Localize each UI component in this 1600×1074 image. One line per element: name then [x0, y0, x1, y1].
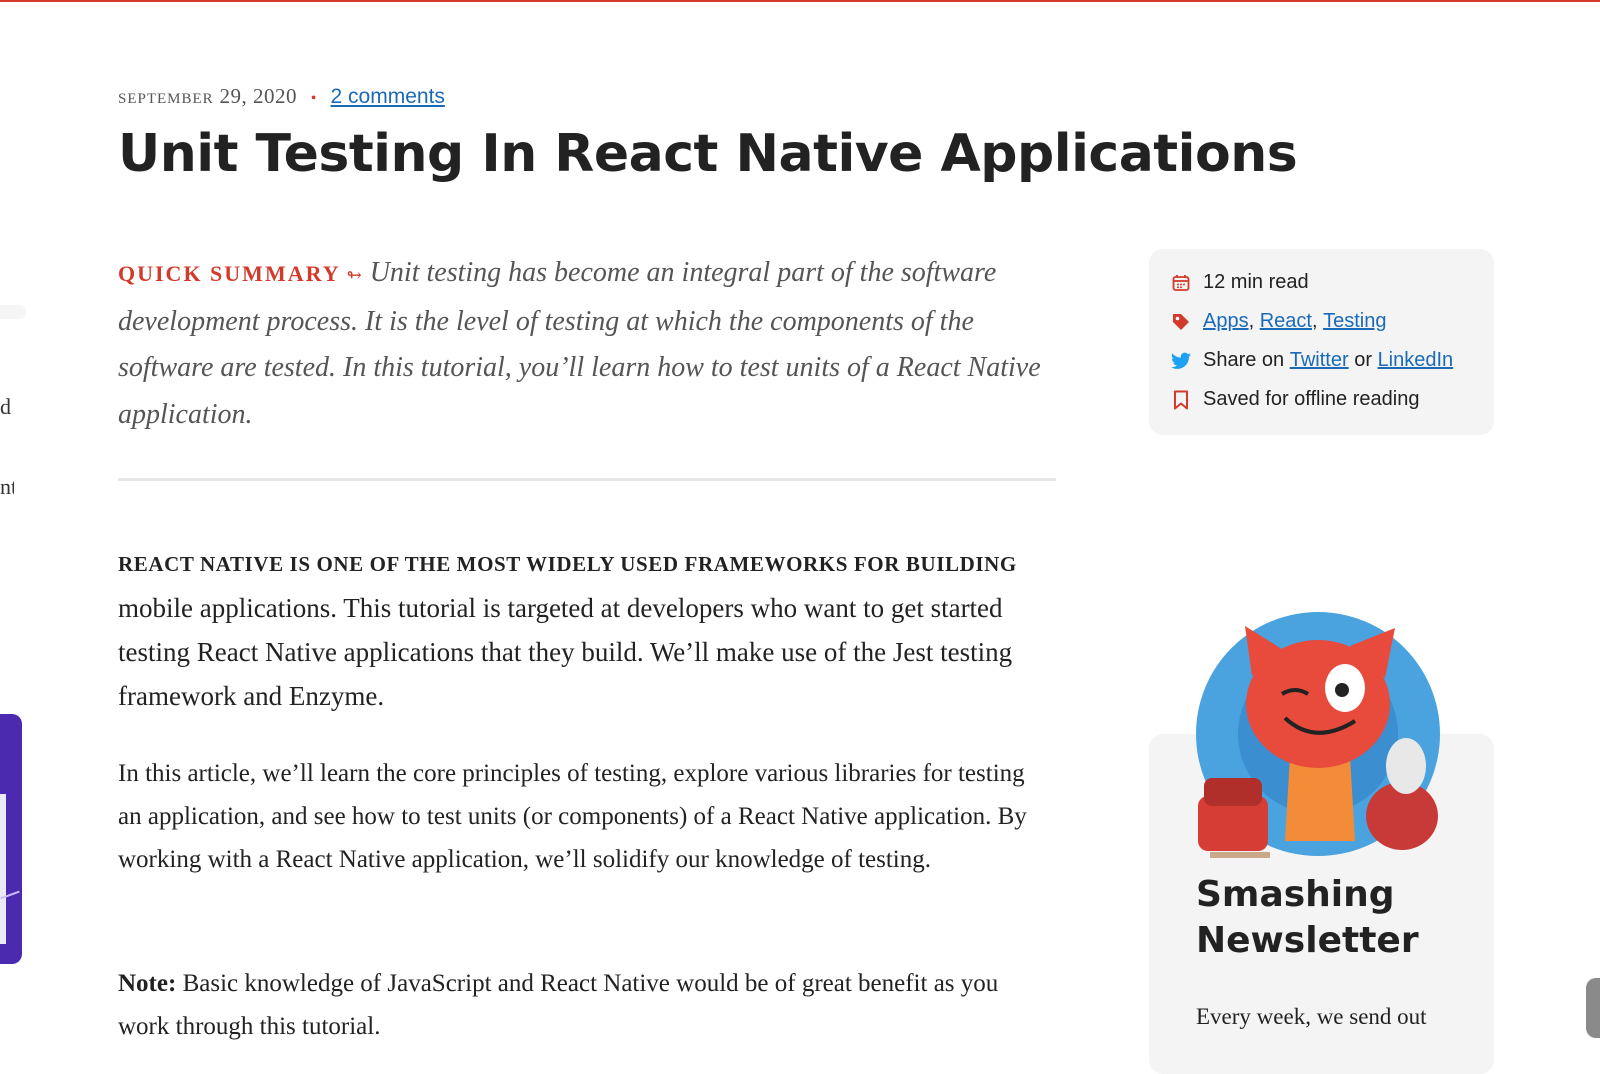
body-paragraph: In this article, we’ll learn the core pr…	[118, 760, 1027, 873]
tag-link-react[interactable]: React	[1260, 310, 1312, 333]
lead-paragraph: React Native is one of the most widely u…	[118, 540, 1053, 718]
comments-link[interactable]: 2 comments	[331, 85, 445, 108]
summary-divider	[118, 478, 1056, 481]
top-accent-line	[0, 0, 1600, 2]
saved-row[interactable]: Saved for offline reading	[1171, 388, 1419, 411]
note-paragraph: Note: Basic knowledge of JavaScript and …	[118, 962, 1053, 1048]
summary-arrow-icon: ↬	[346, 265, 362, 285]
tag-link-testing[interactable]: Testing	[1323, 310, 1386, 333]
edge-text-fragment: d	[0, 394, 11, 419]
tag-separator: ,	[1311, 310, 1318, 332]
summary-label: Quick Summary	[118, 261, 341, 286]
edge-text-fragment: nt	[0, 474, 14, 499]
read-time: 12 min read	[1203, 271, 1309, 293]
share-prefix: Share on	[1203, 349, 1285, 371]
calendar-icon	[1171, 273, 1191, 293]
meta-separator: •	[310, 90, 317, 107]
lead-rest: mobile applications. This tutorial is ta…	[118, 593, 1013, 711]
share-linkedin-link[interactable]: LinkedIn	[1378, 349, 1454, 372]
share-or: or	[1354, 349, 1372, 371]
tags-row: Apps, React, Testing	[1171, 310, 1386, 333]
note-label: Note:	[118, 970, 177, 997]
newsletter-text: Every week, we send out	[1196, 1004, 1427, 1029]
date-month: September	[118, 84, 214, 108]
edge-card-panel	[0, 794, 6, 944]
newsletter-title: Smashing Newsletter	[1196, 874, 1419, 961]
edge-blur	[0, 305, 26, 319]
date-day-year: 29, 2020	[219, 84, 297, 108]
note-text: Basic knowledge of JavaScript and React …	[118, 970, 999, 1040]
lead-caps: React Native is one of the most widely u…	[118, 552, 1017, 576]
newsletter-cat-mascot-icon	[1196, 612, 1440, 858]
share-twitter-link[interactable]: Twitter	[1290, 349, 1349, 372]
article-meta: September 29, 2020 • 2 comments	[118, 84, 445, 109]
tag-separator: ,	[1248, 310, 1255, 332]
share-row: Share on Twitter or LinkedIn	[1171, 349, 1453, 372]
twitter-icon	[1171, 351, 1191, 371]
article-info-box: 12 min read Apps, React, Testing Share o…	[1149, 249, 1494, 435]
page-title: Unit Testing In React Native Application…	[118, 124, 1298, 184]
quick-summary: Quick Summary ↬ Unit testing has become an…	[118, 250, 1048, 438]
read-time-row: 12 min read	[1171, 271, 1309, 294]
saved-offline-label: Saved for offline reading	[1203, 388, 1420, 410]
edge-promo-card[interactable]	[0, 714, 22, 964]
tag-link-apps[interactable]: Apps	[1203, 310, 1249, 333]
bookmark-icon[interactable]	[1171, 390, 1191, 410]
edge-widget[interactable]	[1586, 978, 1600, 1038]
tag-icon	[1171, 312, 1191, 332]
